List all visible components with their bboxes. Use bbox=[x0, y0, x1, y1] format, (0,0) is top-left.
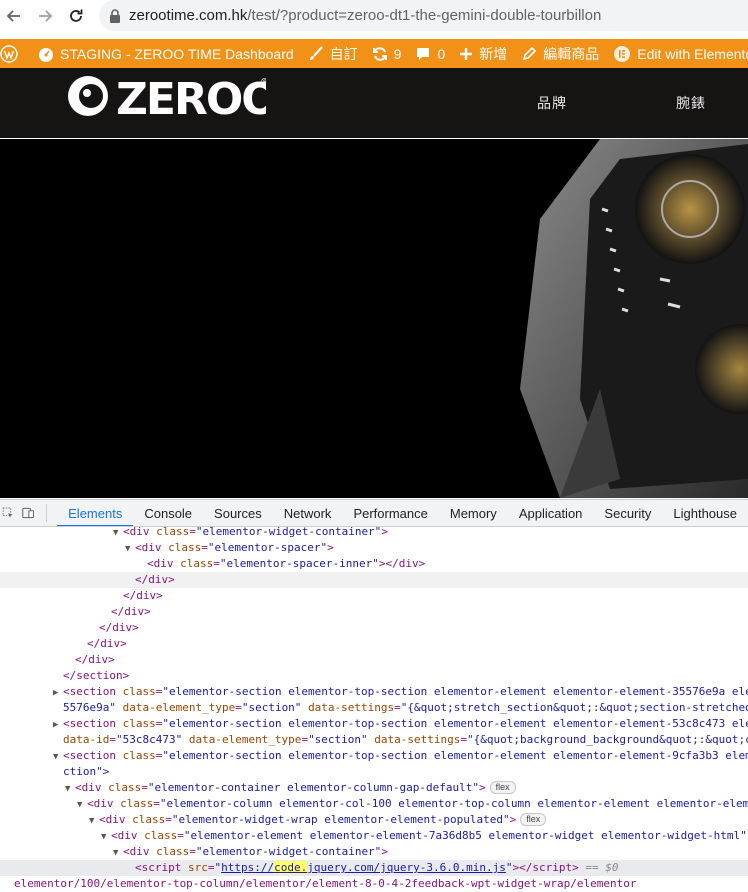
elementor-icon bbox=[614, 45, 631, 62]
dom-node-line[interactable]: ▶ <section class="elementor-section eleme… bbox=[0, 684, 748, 700]
dom-tree: ▼ <div class="elementor-widget-container"… bbox=[0, 524, 748, 892]
tab-application[interactable]: Application bbox=[508, 500, 594, 526]
dom-node-line[interactable]: ▼ <div class="elementor-element elementor… bbox=[0, 828, 748, 844]
plus-icon bbox=[460, 47, 473, 60]
url-path: /test/?product=zeroo-dt1-the-gemini-doub… bbox=[247, 7, 602, 24]
tab-elements[interactable]: Elements bbox=[57, 500, 134, 526]
comments-count: 0 bbox=[437, 45, 446, 62]
tab-network[interactable]: Network bbox=[273, 500, 343, 526]
lock-icon bbox=[110, 8, 120, 23]
dom-node-line[interactable]: ▼ <div class="elementor-column elementor-… bbox=[0, 796, 748, 812]
script-src-link[interactable]: https://code.jquery.com/jquery-3.6.0.min… bbox=[221, 861, 506, 874]
selected-node-marker: == $0 bbox=[585, 861, 619, 874]
devtools-tab-bar: Elements Console Sources Network Perform… bbox=[0, 500, 748, 527]
site-name-menu[interactable]: STAGING - ZEROO TIME Dashboard bbox=[31, 39, 301, 68]
dom-node-line[interactable]: <div class="elementor-spacer-inner"></di… bbox=[0, 556, 748, 572]
nav-item-brand[interactable]: 品牌 bbox=[537, 93, 567, 113]
url-host: zerootime.com.hk bbox=[129, 7, 248, 24]
updates-menu[interactable]: 9 bbox=[365, 39, 409, 68]
elementor-edit-menu[interactable]: Edit with Elementor bbox=[606, 39, 748, 68]
back-arrow-icon[interactable] bbox=[3, 5, 25, 27]
dom-node-line[interactable]: ▼ <div class="elementor-widget-wrap eleme… bbox=[0, 812, 748, 828]
customize-label: 自訂 bbox=[329, 45, 358, 62]
tab-performance[interactable]: Performance bbox=[342, 500, 438, 526]
dom-node-line[interactable]: </div> bbox=[0, 588, 748, 604]
tab-security[interactable]: Security bbox=[593, 500, 662, 526]
edit-product-menu[interactable]: 編輯商品 bbox=[514, 39, 606, 68]
new-label: 新增 bbox=[479, 45, 508, 62]
dom-node-line[interactable]: ▼ <div class="elementor-spacer"> bbox=[0, 540, 748, 556]
dom-node-line[interactable]: ▼ <div class="elementor-widget-container"… bbox=[0, 844, 748, 860]
updates-count: 9 bbox=[393, 45, 402, 62]
reload-icon[interactable] bbox=[65, 5, 87, 27]
dom-node-line[interactable]: </div> bbox=[0, 620, 748, 636]
refresh-icon bbox=[372, 46, 387, 61]
comment-bubble-icon bbox=[417, 47, 430, 60]
tab-sources[interactable]: Sources bbox=[203, 500, 273, 526]
wp-admin-bar: STAGING - ZEROO TIME Dashboard 自訂 9 0 新增… bbox=[0, 39, 748, 68]
logo-text: ZEROO bbox=[116, 74, 266, 119]
flex-badge[interactable]: flex bbox=[520, 813, 547, 826]
address-bar[interactable]: zerootime.com.hk/test/?product=zeroo-dt1… bbox=[99, 0, 748, 31]
dom-node-line[interactable]: ▼ <section class="elementor-section eleme… bbox=[0, 748, 748, 764]
dom-node-line[interactable]: 5576e9a" data-element_type="section" dat… bbox=[0, 700, 748, 716]
dom-node-line[interactable]: data-id="53c8c473" data-element_type="se… bbox=[0, 732, 748, 748]
paintbrush-icon bbox=[309, 45, 323, 60]
dom-node-selected-script[interactable]: <script src="https://code.jquery.com/jqu… bbox=[0, 860, 748, 876]
dom-node-line[interactable]: ▼ <div class="elementor-container element… bbox=[0, 780, 748, 796]
customize-menu[interactable]: 自訂 bbox=[301, 39, 365, 68]
flex-badge[interactable]: flex bbox=[489, 781, 516, 794]
dom-node-line[interactable]: </div> bbox=[0, 604, 748, 620]
wordpress-logo-icon[interactable] bbox=[0, 39, 31, 68]
edit-product-label: 編輯商品 bbox=[543, 45, 600, 62]
dom-node-line[interactable]: </div> bbox=[0, 572, 748, 588]
comments-menu[interactable]: 0 bbox=[408, 39, 452, 68]
inspect-element-icon[interactable] bbox=[2, 505, 14, 521]
dom-node-line[interactable]: </section> bbox=[0, 668, 748, 684]
elementor-label: Edit with Elementor bbox=[637, 45, 748, 62]
dom-node-line[interactable]: </div> bbox=[0, 636, 748, 652]
dashboard-icon bbox=[39, 47, 53, 62]
pencil-icon bbox=[523, 46, 537, 60]
tab-lighthouse[interactable]: Lighthouse bbox=[662, 500, 748, 526]
new-content-menu[interactable]: 新增 bbox=[452, 39, 514, 68]
devtools-panel: Elements Console Sources Network Perform… bbox=[0, 499, 748, 890]
nav-item-watches[interactable]: 腕錶 bbox=[676, 93, 706, 113]
dom-node-line[interactable]: ction"> bbox=[0, 764, 748, 780]
site-name-label: STAGING - ZEROO TIME Dashboard bbox=[60, 45, 294, 62]
tab-console[interactable]: Console bbox=[133, 500, 203, 526]
dom-node-line[interactable]: </div> bbox=[0, 652, 748, 668]
hero-watch-image bbox=[0, 139, 748, 498]
dom-breadcrumb-line[interactable]: elementor/100/elementor-top-column/eleme… bbox=[0, 876, 748, 892]
dom-node-line[interactable]: ▶ <section class="elementor-section eleme… bbox=[0, 716, 748, 732]
device-toolbar-icon[interactable] bbox=[22, 505, 35, 521]
forward-arrow-icon[interactable] bbox=[34, 5, 56, 27]
browser-toolbar: zerootime.com.hk/test/?product=zeroo-dt1… bbox=[0, 0, 748, 31]
site-logo[interactable]: ZEROO ® bbox=[66, 73, 279, 125]
logo-registered-mark: ® bbox=[260, 77, 266, 88]
dom-node-line[interactable]: ▼ <div class="elementor-widget-container"… bbox=[0, 524, 748, 540]
tab-memory[interactable]: Memory bbox=[439, 500, 508, 526]
